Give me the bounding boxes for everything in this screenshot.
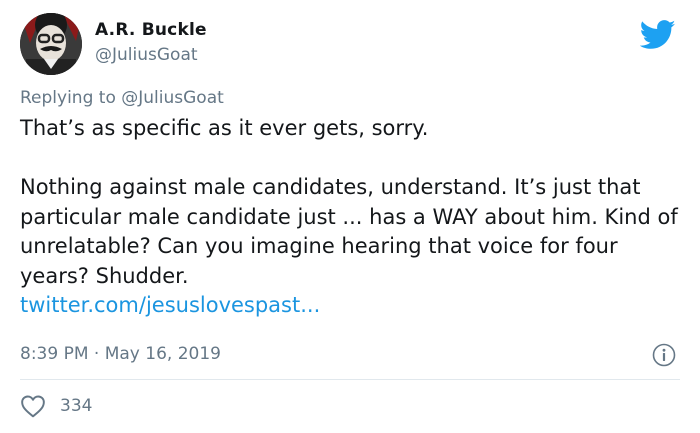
tweet-timestamp[interactable]: 8:39 PM · May 16, 2019 (20, 344, 221, 364)
author-name[interactable]: A.R. Buckle (95, 20, 207, 40)
author-handle[interactable]: @JuliusGoat (95, 45, 198, 65)
like-count: 334 (60, 396, 93, 416)
twitter-bird-icon[interactable] (640, 20, 676, 50)
tweet-text: That’s as specific as it ever gets, sorr… (20, 116, 678, 288)
info-icon[interactable] (652, 343, 676, 367)
reply-mention-link[interactable]: @JuliusGoat (121, 88, 224, 108)
avatar[interactable] (20, 13, 82, 75)
divider (20, 379, 680, 380)
tweet-body: That’s as specific as it ever gets, sorr… (20, 114, 685, 321)
replying-to-line: Replying to @JuliusGoat (20, 88, 224, 108)
tweet-link[interactable]: twitter.com/jesuslovespast... (20, 293, 320, 317)
avatar-image (20, 13, 82, 75)
heart-icon[interactable] (20, 394, 46, 418)
replying-to-label: Replying to (20, 88, 116, 108)
